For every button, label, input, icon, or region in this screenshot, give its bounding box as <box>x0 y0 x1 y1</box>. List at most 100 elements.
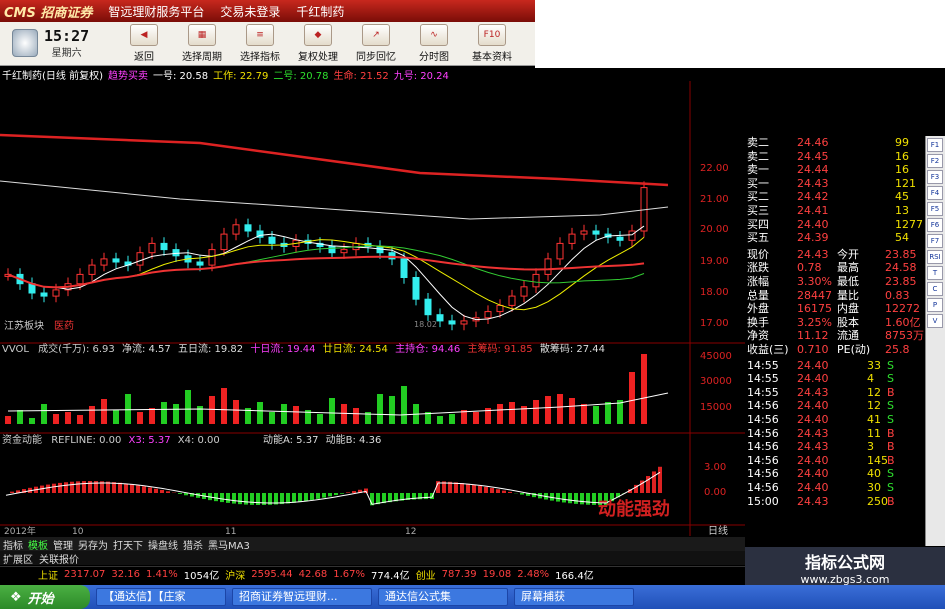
momentum-bar <box>334 493 338 496</box>
back-arrow-icon: ◀ <box>130 24 158 46</box>
sidebar-button[interactable]: F4 <box>927 186 943 200</box>
nav-tab[interactable]: 猎杀 <box>183 537 203 552</box>
momentum-bar <box>562 493 566 503</box>
index-ticker: 上证 2317.07 32.16 1.41% 1054亿 沪深 2595.44 … <box>0 566 745 582</box>
volume-bar <box>389 396 395 424</box>
sidebar-button[interactable]: F2 <box>927 154 943 168</box>
back-button[interactable]: ◀ 返回 <box>115 21 173 65</box>
toolbar: 15:27 星期六 ◀ 返回 ▦ 选择周期 ≡ 选择指标 ◆ 复权处理 ↗ 同步回忆 ∿ 分… <box>0 22 535 66</box>
sidebar-button[interactable]: RSI <box>927 250 943 264</box>
task-capture[interactable]: 屏幕捕获 <box>514 588 634 606</box>
volume-bar <box>593 406 599 424</box>
sidebar-button[interactable]: F5 <box>927 202 943 216</box>
volume-bar <box>509 402 515 424</box>
tick-row: 14:55 24.40 4 S <box>745 372 923 385</box>
tick-time: 14:56 <box>747 426 779 440</box>
volume-bar <box>185 390 191 424</box>
candle-body <box>88 264 96 275</box>
f10-button[interactable]: F10 基本资料 <box>463 21 521 65</box>
nav-tab[interactable]: 模板 <box>28 537 48 552</box>
ob-label: 买三 <box>747 204 769 217</box>
orderbook-row: 买五 24.39 54 <box>745 231 923 244</box>
candle-body <box>544 258 552 275</box>
candle-body <box>328 246 336 254</box>
ob-price: 24.46 <box>797 136 829 149</box>
ob-volume: 13 <box>895 204 909 217</box>
ind-v4: 生命: 21.52 <box>333 71 389 82</box>
tick-row: 14:56 24.40 12 S <box>745 399 923 412</box>
sidebar-button[interactable]: C <box>927 282 943 296</box>
cms-logo: CMS 招商证券 <box>4 5 93 21</box>
sidebar-button[interactable]: F3 <box>927 170 943 184</box>
stat-value: 11.12 <box>797 329 829 343</box>
vol-f: 主持仓: 94.46 <box>395 342 460 355</box>
f10-icon: F10 <box>478 24 506 46</box>
fund-d: 动能A: 5.37 <box>263 433 318 446</box>
candle-body <box>388 252 396 260</box>
volume-bar <box>449 414 455 424</box>
tick-side: S <box>887 467 894 481</box>
tick-row: 14:56 24.43 3 B <box>745 440 923 453</box>
sidebar-button[interactable]: F1 <box>927 138 943 152</box>
tick-vol: 11 <box>867 426 881 440</box>
stat-label2: 股本 <box>837 315 859 329</box>
momentum-bar <box>322 493 326 498</box>
momentum-bar <box>466 483 470 493</box>
nav-tab[interactable]: 黑马MA3 <box>208 537 250 552</box>
sidebar-button[interactable]: T <box>927 266 943 280</box>
nav-tab[interactable]: 管理 <box>53 537 73 552</box>
tick-vol: 40 <box>867 467 881 481</box>
task-tdx[interactable]: 【通达信】【庄家 <box>96 588 226 606</box>
tab-related[interactable]: 关联报价 <box>39 551 79 566</box>
tick-side: B <box>887 385 895 399</box>
candle-body <box>628 230 636 241</box>
ob-volume: 1277 <box>895 217 923 231</box>
tick-time: 14:56 <box>747 413 779 426</box>
sidebar-button[interactable]: F6 <box>927 218 943 232</box>
volume-bar <box>53 414 59 424</box>
title-login-status[interactable]: 交易未登录 <box>220 3 280 20</box>
stat-label2: PE(动) <box>837 343 871 356</box>
sidebar-button[interactable]: V <box>927 314 943 328</box>
tick-time: 14:55 <box>747 358 779 372</box>
momentum-bar <box>154 488 158 493</box>
task-cms[interactable]: 招商证券智远理财... <box>232 588 372 606</box>
momentum-bar <box>478 485 482 493</box>
sh-label: 上证 <box>38 571 58 582</box>
quote-panel: 卖二 24.46 99 卖二 24.45 16 卖一 24.44 16 买一 24.43 121 买二 2… <box>745 136 925 546</box>
sidebar-button[interactable]: P <box>927 298 943 312</box>
tick-side: S <box>887 481 894 494</box>
select-period-button[interactable]: ▦ 选择周期 <box>173 21 231 65</box>
life-line <box>0 133 669 187</box>
momentum-bar <box>10 491 14 493</box>
tick-vol: 145 <box>867 453 888 467</box>
adjust-button[interactable]: ◆ 复权处理 <box>289 21 347 65</box>
momentum-bar <box>352 491 356 493</box>
kline-chart[interactable]: 22.00 21.00 20.00 19.00 18.00 17.00 江苏板块… <box>0 81 745 536</box>
minute-chart-button[interactable]: ∿ 分时图 <box>405 21 463 65</box>
period-button[interactable]: 日线 <box>708 524 728 536</box>
sync-button[interactable]: ↗ 同步回忆 <box>347 21 405 65</box>
nav-tab[interactable]: 另存为 <box>78 537 108 552</box>
tick-price: 24.40 <box>797 372 829 386</box>
tab-extend[interactable]: 扩展区 <box>3 551 33 566</box>
sidebar-button[interactable]: F7 <box>927 234 943 248</box>
stat-label: 外盘 <box>747 302 769 316</box>
volume-bar <box>221 388 227 424</box>
nav-tab[interactable]: 打天下 <box>113 537 143 552</box>
price-tick: 18.00 <box>700 287 729 298</box>
volume-bar <box>569 398 575 424</box>
stat-value2: 24.58 <box>885 261 917 275</box>
nav-tab[interactable]: 操盘线 <box>148 537 178 552</box>
task-formula[interactable]: 通达信公式集 <box>378 588 508 606</box>
stat-row: 换手 3.25% 股本 1.60亿 <box>745 316 923 329</box>
start-button[interactable]: ❖ 开始 <box>0 585 90 609</box>
select-indicator-button[interactable]: ≡ 选择指标 <box>231 21 289 65</box>
ind-v2: 工作: 22.79 <box>213 71 269 82</box>
stat-value: 3.30% <box>797 275 832 288</box>
stat-value2: 12272 <box>885 302 920 316</box>
ob-label: 卖二 <box>747 149 769 163</box>
tick-price: 24.40 <box>797 453 829 467</box>
momentum-bar <box>424 493 428 500</box>
nav-tab[interactable]: 指标 <box>3 537 23 552</box>
